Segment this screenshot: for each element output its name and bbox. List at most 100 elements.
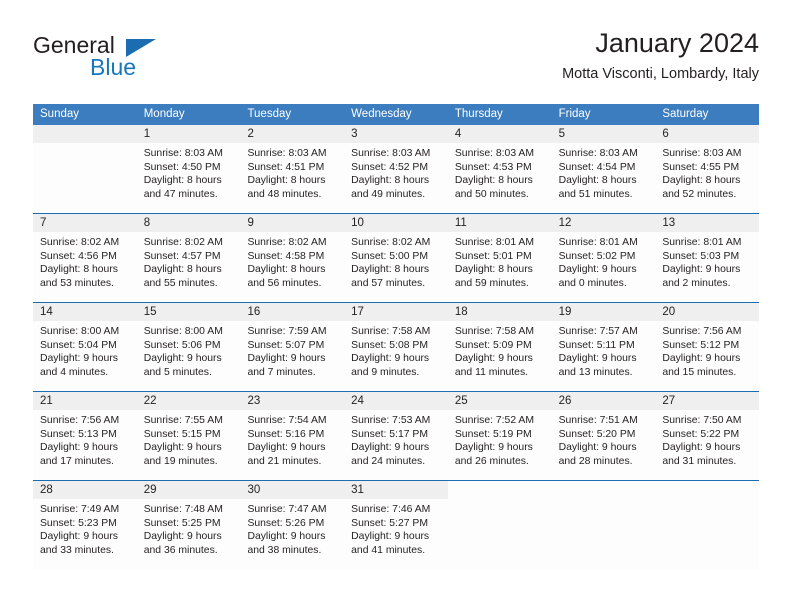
- day-sun-info: Sunrise: 7:49 AM Sunset: 5:23 PM Daylight:…: [33, 499, 137, 557]
- day-info-line: Sunrise: 7:55 AM: [143, 415, 223, 426]
- day-info-line: Sunrise: 8:03 AM: [662, 148, 742, 159]
- day-info-line: Daylight: 9 hours: [247, 531, 326, 543]
- calendar-day-cell[interactable]: 10 Sunrise: 8:02 AM Sunset: 5:00 PM Dayligh…: [344, 214, 448, 302]
- calendar-day-cell[interactable]: 5 Sunrise: 8:03 AM Sunset: 4:54 PM Daylight…: [551, 125, 656, 213]
- calendar-day-cell-empty: [447, 481, 552, 569]
- page-title: January 2024: [595, 28, 759, 58]
- day-info-line: and 33 minutes.: [40, 544, 114, 556]
- day-info-line: Sunrise: 8:02 AM: [247, 237, 327, 248]
- day-number: 17: [344, 303, 448, 321]
- day-number: 27: [655, 392, 760, 410]
- calendar-day-cell[interactable]: 1 Sunrise: 8:03 AM Sunset: 4:50 PM Daylight…: [136, 125, 241, 213]
- calendar-day-cell[interactable]: 23 Sunrise: 7:54 AM Sunset: 5:16 PM Dayligh…: [240, 392, 345, 480]
- calendar-day-cell[interactable]: 17 Sunrise: 7:58 AM Sunset: 5:08 PM Dayligh…: [344, 303, 448, 391]
- calendar-day-cell[interactable]: 18 Sunrise: 7:58 AM Sunset: 5:09 PM Dayligh…: [447, 303, 552, 391]
- day-sun-info: Sunrise: 7:46 AM Sunset: 5:27 PM Daylight:…: [344, 499, 448, 557]
- calendar-day-cell[interactable]: 25 Sunrise: 7:52 AM Sunset: 5:19 PM Dayligh…: [447, 392, 552, 480]
- day-info-line: and 9 minutes.: [351, 366, 420, 378]
- day-info-line: Daylight: 9 hours: [143, 442, 222, 454]
- day-info-line: Sunrise: 7:47 AM: [247, 504, 327, 515]
- day-info-line: Daylight: 9 hours: [662, 353, 741, 365]
- day-number: 26: [551, 392, 656, 410]
- calendar-day-cell[interactable]: 4 Sunrise: 8:03 AM Sunset: 4:53 PM Daylight…: [447, 125, 552, 213]
- day-info-line: Daylight: 9 hours: [351, 353, 430, 365]
- calendar-day-cell[interactable]: 22 Sunrise: 7:55 AM Sunset: 5:15 PM Dayligh…: [136, 392, 241, 480]
- day-info-line: Daylight: 9 hours: [558, 264, 637, 276]
- day-info-line: and 0 minutes.: [558, 277, 627, 289]
- day-info-line: Sunset: 4:52 PM: [351, 161, 428, 173]
- day-number: 28: [33, 481, 137, 499]
- day-info-line: Daylight: 9 hours: [143, 353, 222, 365]
- calendar-day-cell[interactable]: 26 Sunrise: 7:51 AM Sunset: 5:20 PM Dayligh…: [551, 392, 656, 480]
- day-info-line: Sunset: 5:20 PM: [558, 428, 636, 440]
- calendar-week-row: 28 Sunrise: 7:49 AM Sunset: 5:23 PM Dayligh…: [33, 480, 760, 569]
- calendar-day-cell[interactable]: 30 Sunrise: 7:47 AM Sunset: 5:26 PM Dayligh…: [240, 481, 345, 569]
- day-info-line: Sunrise: 8:03 AM: [454, 148, 535, 159]
- brand-logo[interactable]: General Blue: [33, 32, 253, 88]
- day-info-line: and 52 minutes.: [662, 188, 737, 200]
- day-sun-info: Sunrise: 8:01 AM Sunset: 5:02 PM Daylight:…: [552, 232, 656, 290]
- day-sun-info: Sunrise: 7:51 AM Sunset: 5:20 PM Daylight:…: [552, 410, 656, 468]
- day-info-line: Sunset: 5:08 PM: [351, 339, 428, 351]
- calendar-day-cell-empty: [655, 481, 760, 569]
- day-sun-info: Sunrise: 8:03 AM Sunset: 4:50 PM Daylight:…: [137, 143, 241, 201]
- calendar-day-cell[interactable]: 13 Sunrise: 8:01 AM Sunset: 5:03 PM Dayligh…: [655, 214, 760, 302]
- calendar-day-cell[interactable]: 6 Sunrise: 8:03 AM Sunset: 4:55 PM Daylight…: [655, 125, 760, 213]
- calendar-day-cell[interactable]: 2 Sunrise: 8:03 AM Sunset: 4:51 PM Daylight…: [240, 125, 345, 213]
- calendar-day-cell[interactable]: 14 Sunrise: 8:00 AM Sunset: 5:04 PM Dayligh…: [33, 303, 137, 391]
- day-info-line: Sunrise: 8:00 AM: [143, 326, 223, 337]
- calendar-day-cell[interactable]: 3 Sunrise: 8:03 AM Sunset: 4:52 PM Daylight…: [344, 125, 448, 213]
- calendar-day-cell[interactable]: 7 Sunrise: 8:02 AM Sunset: 4:56 PM Daylight…: [33, 214, 137, 302]
- calendar-day-cell[interactable]: 31 Sunrise: 7:46 AM Sunset: 5:27 PM Dayligh…: [344, 481, 448, 569]
- day-info-line: Sunrise: 8:02 AM: [40, 237, 120, 248]
- day-number: 4: [447, 125, 552, 143]
- day-info-line: and 26 minutes.: [454, 455, 529, 467]
- day-info-line: and 57 minutes.: [351, 277, 426, 289]
- calendar-day-cell[interactable]: 19 Sunrise: 7:57 AM Sunset: 5:11 PM Dayligh…: [551, 303, 656, 391]
- day-sun-info: Sunrise: 8:01 AM Sunset: 5:01 PM Daylight:…: [448, 232, 552, 290]
- calendar-day-cell[interactable]: 29 Sunrise: 7:48 AM Sunset: 5:25 PM Dayligh…: [136, 481, 241, 569]
- calendar-day-cell[interactable]: 27 Sunrise: 7:50 AM Sunset: 5:22 PM Dayligh…: [655, 392, 760, 480]
- day-info-line: Daylight: 8 hours: [40, 264, 118, 276]
- day-number: [448, 481, 552, 499]
- calendar-day-cell[interactable]: 21 Sunrise: 7:56 AM Sunset: 5:13 PM Dayligh…: [33, 392, 137, 480]
- brand-name-blue: Blue: [90, 54, 137, 80]
- day-of-week-wednesday: Wednesday: [351, 108, 412, 120]
- day-info-line: and 4 minutes.: [40, 366, 109, 378]
- day-info-line: Daylight: 9 hours: [662, 264, 741, 276]
- calendar-day-cell[interactable]: 16 Sunrise: 7:59 AM Sunset: 5:07 PM Dayligh…: [240, 303, 345, 391]
- day-info-line: and 5 minutes.: [143, 366, 212, 378]
- day-info-line: Sunrise: 8:01 AM: [454, 237, 535, 248]
- day-sun-info: Sunrise: 7:52 AM Sunset: 5:19 PM Daylight:…: [448, 410, 552, 468]
- day-info-line: Sunrise: 7:51 AM: [558, 415, 638, 426]
- title-block: January 2024 Motta Visconti, Lombardy, I…: [562, 26, 759, 85]
- day-info-line: Sunset: 4:58 PM: [247, 250, 325, 262]
- day-info-line: and 41 minutes.: [351, 544, 426, 556]
- calendar-day-cell[interactable]: 12 Sunrise: 8:01 AM Sunset: 5:02 PM Dayligh…: [551, 214, 656, 302]
- calendar-day-cell[interactable]: 24 Sunrise: 7:53 AM Sunset: 5:17 PM Dayligh…: [344, 392, 448, 480]
- calendar-day-cell[interactable]: 8 Sunrise: 8:02 AM Sunset: 4:57 PM Daylight…: [136, 214, 241, 302]
- calendar-day-cell[interactable]: 9 Sunrise: 8:02 AM Sunset: 4:58 PM Daylight…: [240, 214, 345, 302]
- day-number: 30: [240, 481, 345, 499]
- day-info-line: Sunset: 4:55 PM: [662, 161, 740, 173]
- day-info-line: Sunrise: 7:46 AM: [351, 504, 431, 515]
- day-number: 29: [136, 481, 241, 499]
- day-of-week-sunday: Sunday: [40, 108, 80, 120]
- calendar-day-cell[interactable]: 11 Sunrise: 8:01 AM Sunset: 5:01 PM Dayligh…: [447, 214, 552, 302]
- day-number: 22: [136, 392, 241, 410]
- calendar-day-cell-empty: [33, 125, 137, 213]
- day-info-line: Daylight: 8 hours: [454, 264, 533, 276]
- day-of-week-friday: Friday: [558, 108, 591, 120]
- day-info-line: and 36 minutes.: [143, 544, 218, 556]
- day-info-line: Sunset: 5:04 PM: [40, 339, 117, 351]
- calendar-day-cell[interactable]: 20 Sunrise: 7:56 AM Sunset: 5:12 PM Dayligh…: [655, 303, 760, 391]
- day-info-line: and 11 minutes.: [454, 366, 529, 378]
- day-sun-info: Sunrise: 8:03 AM Sunset: 4:52 PM Daylight:…: [344, 143, 448, 201]
- calendar-day-cell[interactable]: 15 Sunrise: 8:00 AM Sunset: 5:06 PM Dayligh…: [136, 303, 241, 391]
- calendar-day-cell[interactable]: 28 Sunrise: 7:49 AM Sunset: 5:23 PM Dayligh…: [33, 481, 137, 569]
- day-number: 8: [136, 214, 241, 232]
- day-number: 5: [551, 125, 656, 143]
- day-sun-info: Sunrise: 7:59 AM Sunset: 5:07 PM Daylight:…: [240, 321, 344, 379]
- day-info-line: Daylight: 9 hours: [40, 353, 118, 365]
- day-sun-info: Sunrise: 8:00 AM Sunset: 5:04 PM Daylight:…: [33, 321, 137, 379]
